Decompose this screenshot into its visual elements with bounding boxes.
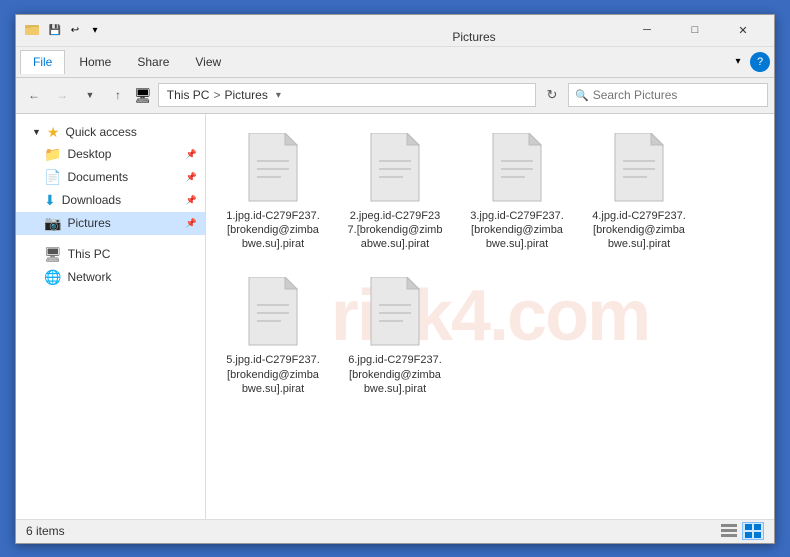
sidebar-item-label-desktop: Desktop [67,147,111,161]
file-name-3: 4.jpg.id-C279F237.[brokendig@zimbabwe.su… [591,209,687,252]
quick-access-toolbar: 💾 ↩ ▾ [24,21,324,40]
sidebar-item-label-pictures: Pictures [67,216,110,230]
forward-button[interactable]: → [50,83,74,107]
search-box: 🔍 [568,83,768,107]
content-area: risk4.com 1.jpg.id-C279F237.[brokendig@z… [206,114,774,519]
downloads-icon: ⬇ [44,192,56,209]
tab-file[interactable]: File [20,50,65,74]
file-item-1[interactable]: 2.jpeg.id-C279F237.[brokendig@zimbabwe.s… [340,126,450,259]
up-button[interactable]: ↑ [106,83,130,107]
file-icon-2 [485,133,549,205]
path-separator-1: > [213,88,220,102]
window-icon [24,21,40,40]
path-dropdown-button[interactable]: ▾ [276,90,281,101]
file-name-2: 3.jpg.id-C279F237.[brokendig@zimbabwe.su… [469,209,565,252]
file-item-3[interactable]: 4.jpg.id-C279F237.[brokendig@zimbabwe.su… [584,126,694,259]
file-item-5[interactable]: 6.jpg.id-C279F237.[brokendig@zimbabwe.su… [340,270,450,403]
sidebar-item-label-documents: Documents [67,170,128,184]
help-button[interactable]: ? [750,52,770,72]
minimize-button[interactable]: ─ [624,14,670,46]
tab-share[interactable]: Share [125,51,181,73]
qat-undo-button[interactable]: ↩ [66,21,84,39]
pictures-icon: 📷 [44,215,61,232]
quick-access-label: Quick access [65,125,136,139]
sidebar-item-label-downloads: Downloads [62,193,121,207]
file-name-4: 5.jpg.id-C279F237.[brokendig@zimbabwe.su… [225,353,321,396]
sidebar-item-network[interactable]: 🌐 Network [16,266,205,289]
window-title: Pictures [452,30,495,44]
main-area: ▼ ★ Quick access 📁 Desktop 📌 📄 Documents… [16,114,774,519]
file-icon-4 [241,277,305,349]
chevron-down-icon: ▼ [32,127,41,137]
ribbon-end: ▾ ? [726,50,770,74]
sidebar-quick-access[interactable]: ▼ ★ Quick access [16,122,205,143]
path-thispc[interactable]: This PC [167,88,210,102]
network-icon: 🌐 [44,269,61,286]
file-name-0: 1.jpg.id-C279F237.[brokendig@zimbabwe.su… [225,209,321,252]
ribbon-tab-bar: File Home Share View ▾ ? [16,47,774,77]
folder-icon: 📁 [44,146,61,163]
documents-icon: 📄 [44,169,61,186]
sidebar-item-desktop[interactable]: 📁 Desktop 📌 [16,143,205,166]
sidebar: ▼ ★ Quick access 📁 Desktop 📌 📄 Documents… [16,114,206,519]
search-input[interactable] [593,88,761,102]
ribbon-expand-button[interactable]: ▾ [726,50,750,74]
file-icon-3 [607,133,671,205]
sidebar-item-thispc[interactable]: 🖥 This PC [16,243,205,266]
qat-dropdown-button[interactable]: ▾ [86,21,104,39]
file-item-4[interactable]: 5.jpg.id-C279F237.[brokendig@zimbabwe.su… [218,270,328,403]
file-icon-1 [363,133,427,205]
ribbon: File Home Share View ▾ ? [16,47,774,78]
file-name-1: 2.jpeg.id-C279F237.[brokendig@zimbabwe.s… [347,209,443,252]
qat-save-button[interactable]: 💾 [46,21,64,39]
file-icon-0 [241,133,305,205]
item-count: 6 items [26,524,65,538]
window-controls: ─ □ ✕ [624,14,766,46]
tab-view[interactable]: View [183,51,233,73]
file-item-2[interactable]: 3.jpg.id-C279F237.[brokendig@zimbabwe.su… [462,126,572,259]
recent-locations-button[interactable]: ▼ [78,83,102,107]
search-icon: 🔍 [575,89,589,102]
status-bar: 6 items [16,519,774,543]
view-controls [718,522,764,540]
maximize-button[interactable]: □ [672,14,718,46]
file-name-5: 6.jpg.id-C279F237.[brokendig@zimbabwe.su… [347,353,443,396]
tile-view-button[interactable] [742,522,764,540]
sidebar-item-label-network: Network [67,270,111,284]
pin-icon-2: 📌 [186,172,197,183]
list-view-button[interactable] [718,522,740,540]
pin-icon-3: 📌 [186,195,197,206]
sidebar-item-label-thispc: This PC [68,247,111,261]
back-button[interactable]: ← [22,83,46,107]
file-icon-5 [363,277,427,349]
close-button[interactable]: ✕ [720,14,766,46]
sidebar-item-downloads[interactable]: ⬇ Downloads 📌 [16,189,205,212]
title-bar: 💾 ↩ ▾ Pictures ─ □ ✕ [16,15,774,47]
tab-home[interactable]: Home [67,51,123,73]
quick-access-star-icon: ★ [47,124,60,141]
sidebar-item-pictures[interactable]: 📷 Pictures 📌 [16,212,205,235]
explorer-window: 💾 ↩ ▾ Pictures ─ □ ✕ File Home Share Vie… [15,14,775,544]
files-grid: 1.jpg.id-C279F237.[brokendig@zimbabwe.su… [218,126,762,404]
pin-icon: 📌 [186,149,197,160]
path-pictures[interactable]: Pictures [224,88,267,102]
address-bar: ← → ▼ ↑ 🖥 This PC > Pictures ▾ ↻ 🔍 [16,78,774,114]
path-computer-icon: 🖥 [134,87,152,104]
address-path[interactable]: This PC > Pictures ▾ [158,83,536,107]
sidebar-item-documents[interactable]: 📄 Documents 📌 [16,166,205,189]
file-item-0[interactable]: 1.jpg.id-C279F237.[brokendig@zimbabwe.su… [218,126,328,259]
pin-icon-4: 📌 [186,218,197,229]
refresh-button[interactable]: ↻ [540,83,564,107]
thispc-icon: 🖥 [44,246,62,263]
